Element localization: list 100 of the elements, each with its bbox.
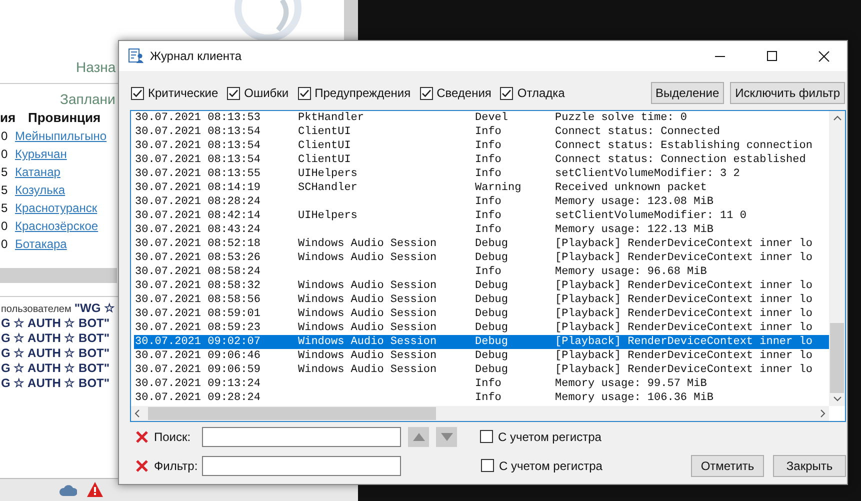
close-dialog-button[interactable]: Закрыть [773,454,846,476]
log-row[interactable]: 30.07.2021 09:06:46 Windows Audio Session Debug [Playback] RenderDeviceContext inner lo [135,349,829,363]
date-cell-text: 30.07.2021 08:58:32 [135,279,262,293]
level-cell-text: Devel [475,111,510,125]
province-link[interactable]: Ботакара [15,237,67,251]
triangle-icon [412,430,426,442]
level-cell-text: Info [475,139,502,153]
scrollbar-thumb[interactable] [830,323,844,393]
log-row[interactable]: 30.07.2021 09:28:24 Info Memory usage: 106.36 MiB [135,391,829,405]
user-name: "WG ☆ [74,301,116,315]
vertical-scrollbar[interactable] [344,0,358,40]
mark-button[interactable]: Отметить [691,454,764,476]
column-header: Провинция [28,110,102,125]
level-cell-text: Debug [475,293,510,307]
table-cell-text: 0 [1,219,9,233]
date-cell-text: 30.07.2021 08:13:54 [135,153,262,167]
filter-field[interactable] [202,456,401,476]
message-cell-text: Received unknown packet [555,181,708,195]
scroll-left-icon[interactable] [134,409,141,418]
scrollbar[interactable] [0,268,117,283]
message-cell-text: [Playback] RenderDeviceContext inner lo [555,335,814,349]
log-row[interactable]: 30.07.2021 08:13:53 PktHandler Devel Puzzle solve time: 0 [135,111,829,125]
log-row[interactable]: 30.07.2021 08:52:18 Windows Audio Session Debug [Playback] RenderDeviceContext inner lo [135,237,829,251]
log-row[interactable]: 30.07.2021 08:13:55 UIHelpers Info setClientVolumeModifier: 3 2 [135,167,829,181]
log-row[interactable]: 30.07.2021 08:59:01 Windows Audio Session Debug [Playback] RenderDeviceContext inner lo [135,307,829,321]
log-row[interactable]: 30.07.2021 08:53:26 Windows Audio Session Debug [Playback] RenderDeviceContext inner lo [135,251,829,265]
checkbox[interactable] [420,86,433,100]
log-row[interactable]: 30.07.2021 08:13:54 ClientUI Info Connect status: Connection established [135,153,829,167]
maximize-icon [766,50,778,62]
province-link[interactable]: Козулька [15,183,66,197]
level-cell-text: Debug [475,363,510,377]
source-cell-text: Windows Audio Session [298,279,438,293]
checkbox[interactable] [480,430,493,443]
filter-label: Критические [148,86,218,100]
message-cell-text: [Playback] RenderDeviceContext inner lo [555,237,814,251]
log-row[interactable]: 30.07.2021 08:28:24 Info Memory usage: 123.08 MiB [135,195,829,209]
checkbox[interactable] [500,86,514,100]
level-cell-text: Info [475,167,502,181]
level-cell-text: Debug [475,321,510,335]
log-row[interactable]: 30.07.2021 08:58:32 Windows Audio Session Debug [Playback] RenderDeviceContext inner lo [135,279,829,293]
log-row[interactable]: 30.07.2021 09:02:07 Windows Audio Session Debug [Playback] RenderDeviceContext inner lo [134,335,829,349]
date-cell-text: 30.07.2021 08:43:24 [135,223,262,237]
clear-icon[interactable] [135,430,149,444]
log-row[interactable]: 30.07.2021 09:06:59 Windows Audio Session Debug [Playback] RenderDeviceContext inner lo [135,363,829,377]
level-cell-text: Debug [475,349,510,363]
checkbox[interactable] [131,86,144,100]
warning-icon[interactable] [86,481,104,498]
level-cell-text: Debug [475,237,510,251]
level-cell-text: Info [475,377,502,391]
window-title: Журнал клиента [150,49,243,63]
clear-icon[interactable] [135,458,149,472]
province-link[interactable]: Катанар [15,165,60,179]
search-label: Поиск: [154,430,192,444]
chat-text: пользователем [1,304,72,315]
search-field[interactable] [202,426,401,446]
scroll-right-icon[interactable] [819,409,826,418]
message-cell-text: Connect status: Connected [555,125,722,139]
province-link[interactable]: Краснозёрское [15,219,98,233]
table-cell-text: 0 [1,129,9,143]
horizontal-scrollbar[interactable] [131,406,829,421]
log-row[interactable]: 30.07.2021 08:43:24 Info Memory usage: 122.13 MiB [135,223,829,237]
province-link[interactable]: Краснотуранск [15,201,98,215]
scroll-down-icon[interactable] [832,395,842,402]
log-row[interactable]: 30.07.2021 09:13:24 Info Memory usage: 99.57 MiB [135,377,829,391]
log-row[interactable]: 30.07.2021 08:58:24 Info Memory usage: 96.68 MiB [135,265,829,279]
log-row[interactable]: 30.07.2021 08:14:19 SCHandler Warning Received unknown packet [135,181,829,195]
vertical-scrollbar[interactable] [829,111,845,406]
checkbox[interactable] [298,86,311,100]
province-link[interactable]: Курьячан [15,147,67,161]
highlight-button[interactable]: Выделение [650,82,724,104]
date-cell-text: 30.07.2021 08:13:55 [135,167,262,181]
checkbox[interactable] [227,86,240,100]
scrollbar-thumb[interactable] [148,407,436,420]
source-cell-text: ClientUI [298,139,352,153]
level-cell-text: Info [475,125,502,139]
logo-icon [232,0,302,40]
message-cell-text: [Playback] RenderDeviceContext inner lo [555,349,814,363]
log-row[interactable]: 30.07.2021 08:58:56 Windows Audio Session Debug [Playback] RenderDeviceContext inner lo [135,293,829,307]
log-row[interactable]: 30.07.2021 08:42:14 UIHelpers Info setClientVolumeModifier: 11 0 [135,209,829,223]
source-cell-text: PktHandler [298,111,366,125]
log-row[interactable]: 30.07.2021 08:59:23 Windows Audio Session Debug [Playback] RenderDeviceContext inner lo [135,321,829,335]
source-cell-text: Windows Audio Session [298,363,438,377]
message-cell-text: Memory usage: 122.13 MiB [555,223,714,237]
message-cell-text: [Playback] RenderDeviceContext inner lo [555,363,814,377]
source-cell-text: ClientUI [298,153,352,167]
cloud-icon[interactable] [59,483,77,497]
date-cell-text: 30.07.2021 08:59:01 [135,307,262,321]
exclude-filter-button[interactable]: Исключить фильтр [730,82,845,104]
level-cell-text: Debug [475,307,510,321]
log-row[interactable]: 30.07.2021 08:13:54 ClientUI Info Connect status: Establishing connection [135,139,829,153]
level-cell-text: Debug [475,335,510,349]
scroll-up-icon[interactable] [832,115,842,122]
level-cell-text: Info [475,265,502,279]
message-cell-text: setClientVolumeModifier: 3 2 [555,167,741,181]
filter-label: Сведения [436,86,492,100]
province-link[interactable]: Мейныпильгыно [15,129,107,143]
date-cell-text: 30.07.2021 08:28:24 [135,195,262,209]
level-cell-text: Info [475,209,502,223]
log-row[interactable]: 30.07.2021 08:13:54 ClientUI Info Connect status: Connected [135,125,829,139]
checkbox[interactable] [481,459,494,472]
